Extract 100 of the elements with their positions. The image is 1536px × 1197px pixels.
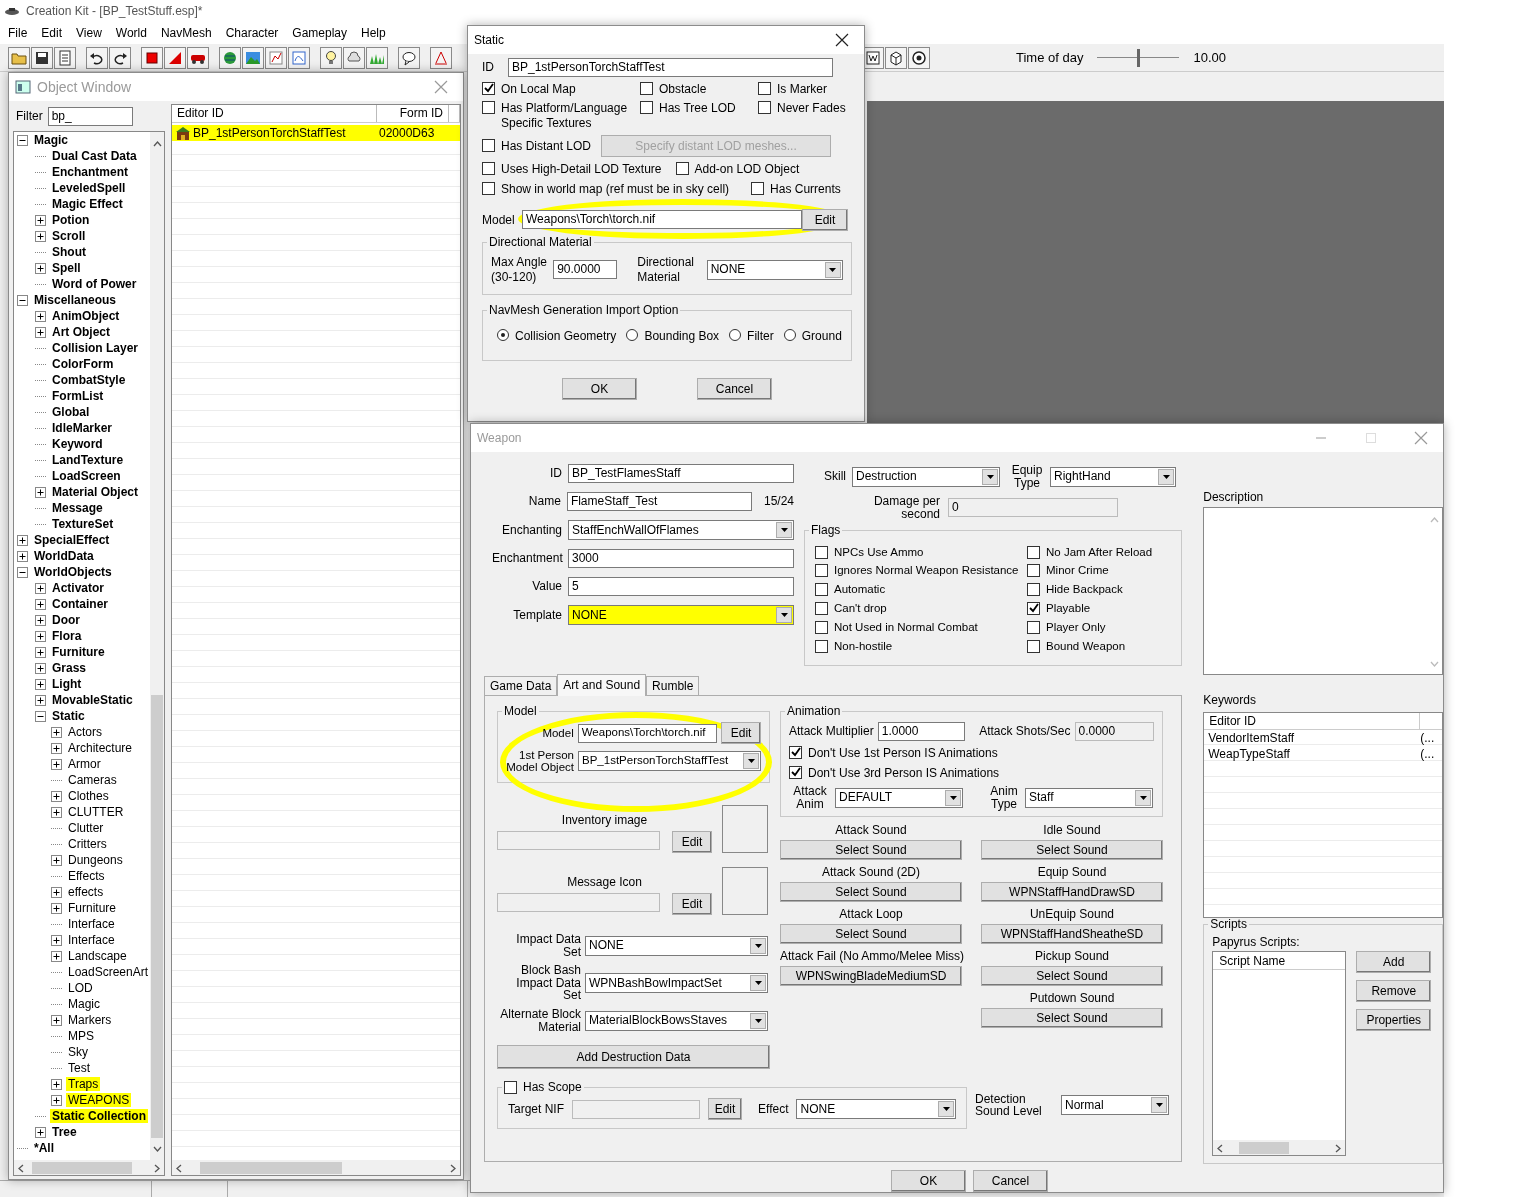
plus-icon[interactable] bbox=[51, 806, 62, 818]
checkbox[interactable] bbox=[815, 620, 828, 634]
redo-icon[interactable] bbox=[109, 46, 131, 69]
tree-item[interactable]: Clutter bbox=[66, 820, 106, 836]
text-field[interactable]: BP_TestFlamesStaff bbox=[568, 464, 794, 483]
menu-item[interactable]: Help bbox=[355, 25, 394, 41]
plus-icon[interactable] bbox=[51, 758, 62, 770]
dropdown[interactable]: NONE bbox=[585, 935, 768, 956]
scrollbar-track[interactable] bbox=[1213, 1140, 1346, 1156]
checkbox[interactable] bbox=[482, 101, 495, 115]
checkbox[interactable] bbox=[815, 583, 828, 597]
text-field[interactable]: Weapons\Torch\torch.nif bbox=[522, 210, 802, 230]
tree-item[interactable]: SpecialEffect bbox=[32, 532, 112, 548]
wave-icon[interactable] bbox=[288, 46, 310, 69]
sound-button[interactable]: Select Sound bbox=[981, 965, 1163, 986]
checkbox[interactable] bbox=[482, 162, 495, 176]
tree-item[interactable]: LandTexture bbox=[50, 452, 126, 468]
text-field[interactable]: FlameStaff_Test bbox=[566, 492, 752, 511]
tree-item[interactable]: Keyword bbox=[50, 436, 105, 452]
tree-item[interactable]: Sky bbox=[66, 1044, 90, 1060]
text-field[interactable]: bp_ bbox=[47, 106, 133, 126]
plus-icon[interactable] bbox=[51, 1094, 62, 1106]
tree-item[interactable]: Cameras bbox=[66, 772, 119, 788]
ok-button[interactable]: OK bbox=[562, 377, 637, 400]
dropdown[interactable]: RightHand bbox=[1050, 466, 1176, 487]
tree-item[interactable]: MPS bbox=[66, 1028, 96, 1044]
tree-item[interactable]: Critters bbox=[66, 836, 109, 852]
tree-item[interactable]: Magic bbox=[66, 996, 102, 1012]
checkbox[interactable] bbox=[751, 181, 765, 195]
slider-thumb[interactable] bbox=[1136, 48, 1140, 67]
scrollbar-track[interactable] bbox=[150, 132, 164, 1160]
checkbox[interactable] bbox=[482, 82, 495, 95]
plus-icon[interactable] bbox=[35, 262, 46, 274]
plus-icon[interactable] bbox=[51, 854, 62, 866]
checkbox[interactable] bbox=[1027, 620, 1040, 634]
tree-item[interactable]: effects bbox=[66, 884, 106, 900]
add-destruction-button[interactable]: Add Destruction Data bbox=[497, 1045, 770, 1070]
tree-item[interactable]: TextureSet bbox=[50, 516, 116, 532]
tree-item[interactable]: ColorForm bbox=[50, 356, 116, 372]
tree-item[interactable]: Furniture bbox=[66, 900, 119, 916]
tree-item[interactable]: LoadScreen bbox=[50, 468, 123, 484]
tree-item[interactable]: LeveledSpell bbox=[50, 180, 128, 196]
cancel-button[interactable]: Cancel bbox=[697, 377, 772, 400]
checkbox[interactable] bbox=[1027, 583, 1040, 597]
plus-icon[interactable] bbox=[35, 662, 46, 674]
text-field[interactable]: BP_1stPersonTorchStaffTest bbox=[508, 58, 833, 77]
scrollbar-thumb[interactable] bbox=[200, 1161, 342, 1174]
plus-icon[interactable] bbox=[17, 534, 28, 546]
menu-item[interactable]: World bbox=[109, 25, 155, 41]
menu-item[interactable]: Edit bbox=[35, 25, 71, 41]
script-button[interactable]: Remove bbox=[1356, 980, 1432, 1003]
chart-icon[interactable] bbox=[265, 46, 287, 69]
tree-item[interactable]: IdleMarker bbox=[50, 420, 115, 436]
checkbox[interactable] bbox=[640, 82, 653, 95]
checkbox[interactable] bbox=[758, 101, 771, 115]
checkbox[interactable] bbox=[815, 545, 828, 559]
tab[interactable]: Game Data bbox=[484, 676, 558, 695]
tree-item[interactable]: Interface bbox=[66, 932, 117, 948]
dropdown[interactable]: DEFAULT bbox=[835, 787, 963, 808]
bulb-icon[interactable] bbox=[320, 46, 342, 69]
checkbox[interactable] bbox=[640, 101, 653, 115]
dropdown[interactable]: NONE bbox=[568, 605, 794, 625]
tree-item[interactable]: Dual Cast Data bbox=[50, 148, 139, 164]
script-button[interactable]: Properties bbox=[1356, 1009, 1432, 1032]
plus-icon[interactable] bbox=[35, 326, 46, 338]
plus-icon[interactable] bbox=[35, 630, 46, 642]
plus-icon[interactable] bbox=[51, 726, 62, 738]
sound-button[interactable]: Select Sound bbox=[981, 839, 1163, 860]
tree-item[interactable]: Light bbox=[50, 676, 84, 692]
radio-button[interactable] bbox=[626, 329, 639, 342]
ok-button[interactable]: OK bbox=[891, 1169, 966, 1192]
tree-item[interactable]: Clothes bbox=[66, 788, 111, 804]
plus-icon[interactable] bbox=[51, 886, 62, 898]
edit-button[interactable]: Edit bbox=[708, 1098, 742, 1121]
tree-item[interactable]: Door bbox=[50, 612, 82, 628]
tree-item[interactable]: Architecture bbox=[66, 740, 135, 756]
undo-icon[interactable] bbox=[86, 46, 108, 69]
sound-button[interactable]: WPNStaffHandDrawSD bbox=[981, 881, 1163, 902]
radio-button[interactable] bbox=[497, 329, 509, 342]
plus-icon[interactable] bbox=[35, 598, 46, 610]
list-row[interactable]: BP_1stPersonTorchStaffTest 02000D63 bbox=[172, 125, 460, 141]
time-slider[interactable] bbox=[1097, 47, 1180, 68]
tree-item[interactable]: CLUTTER bbox=[66, 804, 126, 820]
plus-icon[interactable] bbox=[51, 1078, 62, 1090]
checkbox[interactable] bbox=[1027, 639, 1040, 653]
tree-item[interactable]: MovableStatic bbox=[50, 692, 135, 708]
sound-button[interactable]: Select Sound bbox=[981, 1007, 1163, 1028]
plus-icon[interactable] bbox=[35, 694, 46, 706]
minus-icon[interactable] bbox=[35, 710, 46, 722]
sound-button[interactable]: Select Sound bbox=[780, 923, 962, 944]
tree-item[interactable]: Magic bbox=[32, 132, 70, 148]
plus-icon[interactable] bbox=[35, 646, 46, 658]
text-field[interactable]: 90.0000 bbox=[553, 260, 618, 280]
column-header[interactable]: Editor ID bbox=[1204, 712, 1421, 729]
tree-item[interactable]: Miscellaneous bbox=[32, 292, 119, 308]
radio-button[interactable] bbox=[729, 329, 742, 342]
tree-item[interactable]: Enchantment bbox=[50, 164, 130, 180]
dropdown[interactable]: StaffEnchWallOfFlames bbox=[568, 520, 794, 540]
scrollbar-track[interactable] bbox=[172, 1160, 460, 1175]
tab[interactable]: Rumble bbox=[646, 676, 700, 695]
